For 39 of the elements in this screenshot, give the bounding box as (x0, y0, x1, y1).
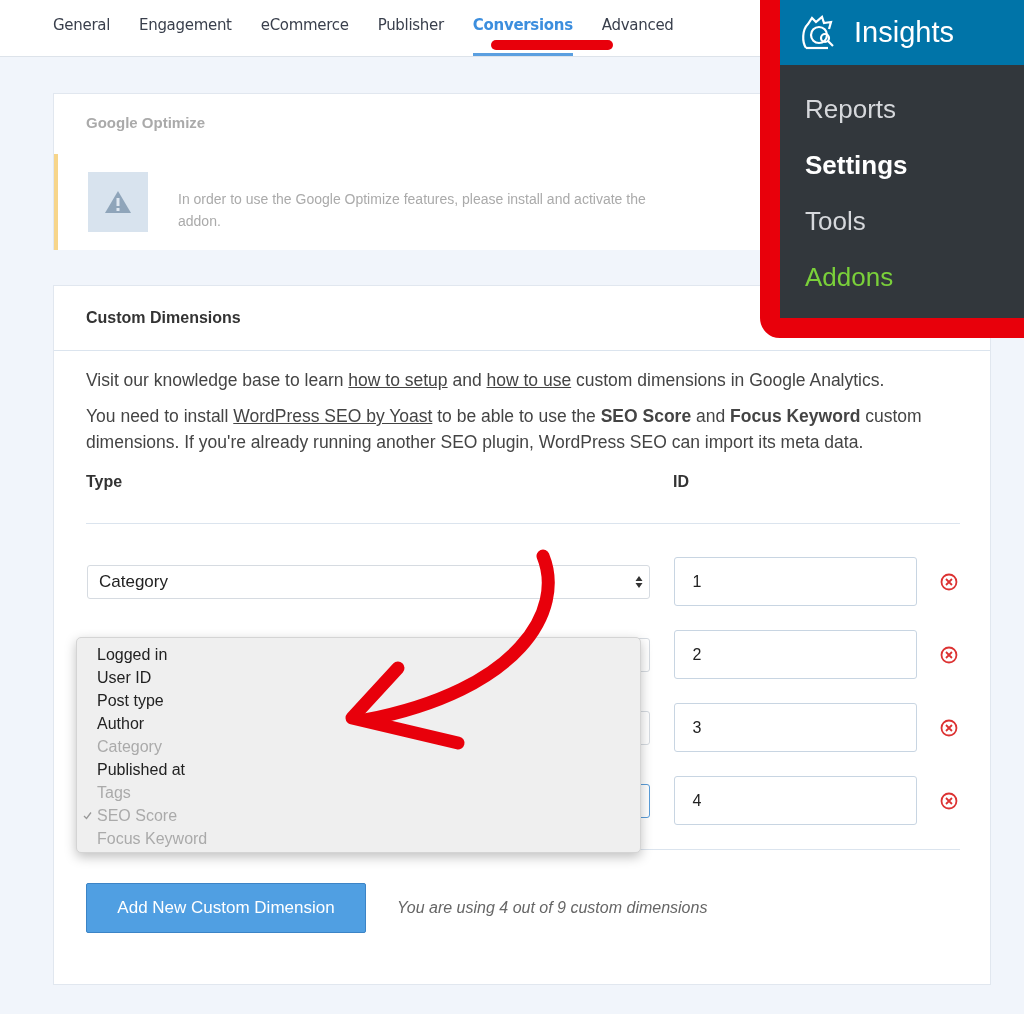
menu-item[interactable]: Settings (805, 145, 1024, 186)
remove-icon[interactable] (940, 572, 958, 591)
column-header: Type (86, 473, 124, 491)
check-icon (83, 811, 92, 820)
select-arrows-icon (634, 574, 643, 589)
notice-text: In order to use the Google Optimize features, please install and activate the (178, 190, 646, 209)
warning-icon (88, 172, 148, 232)
dropdown-option[interactable]: User ID (77, 666, 640, 689)
note-text: You need to install WordPress SEO by Yoast to be able to use the SEO Score and Focus Keyword custom dimensions. If you're already running another SEO plugin, WordPress SEO can import its meta data. (86, 405, 923, 454)
menu-title: Insights (854, 16, 954, 49)
type-select[interactable]: Category (87, 564, 650, 599)
intro-text: Visit our knowledge base to learn how to setup and how to use custom dimensions in Google Analytics. (86, 369, 886, 392)
dropdown-option[interactable]: Logged in (77, 643, 640, 666)
remove-icon[interactable] (940, 718, 958, 737)
remove-icon[interactable] (940, 645, 958, 664)
card-title: Custom Dimensions (86, 309, 241, 327)
plugin-link[interactable]: WordPress SEO by Yoast (233, 406, 433, 426)
nav-tab[interactable]: Publisher (377, 0, 444, 56)
dropdown-option[interactable]: Author (77, 712, 640, 735)
nav-tab[interactable]: eCommerce (260, 0, 349, 56)
dropdown-option[interactable]: Published at (77, 758, 640, 781)
id-field[interactable]: 3 (673, 703, 918, 752)
column-header: ID (673, 473, 689, 491)
dropdown-option[interactable]: Post type (77, 689, 640, 712)
help-link[interactable]: how to setup (348, 370, 448, 390)
help-link[interactable]: how to use (486, 370, 572, 390)
nav-tab[interactable]: Engagement (139, 0, 232, 56)
menu-item[interactable]: Tools (805, 201, 1024, 242)
id-field[interactable]: 2 (673, 630, 918, 679)
notice-text: addon. (178, 212, 222, 231)
nav-tab[interactable]: General (53, 0, 110, 56)
menu-item[interactable]: Addons (805, 257, 1024, 298)
nav-tab[interactable]: Advanced (601, 0, 674, 56)
id-field[interactable]: 4 (673, 776, 918, 825)
id-field[interactable]: 1 (673, 557, 918, 606)
usage-text: You are using 4 out of 9 custom dimensions (397, 899, 708, 917)
menu-item[interactable]: Reports (805, 89, 1024, 130)
remove-icon[interactable] (940, 791, 958, 810)
card-title: Google Optimize (86, 114, 206, 131)
